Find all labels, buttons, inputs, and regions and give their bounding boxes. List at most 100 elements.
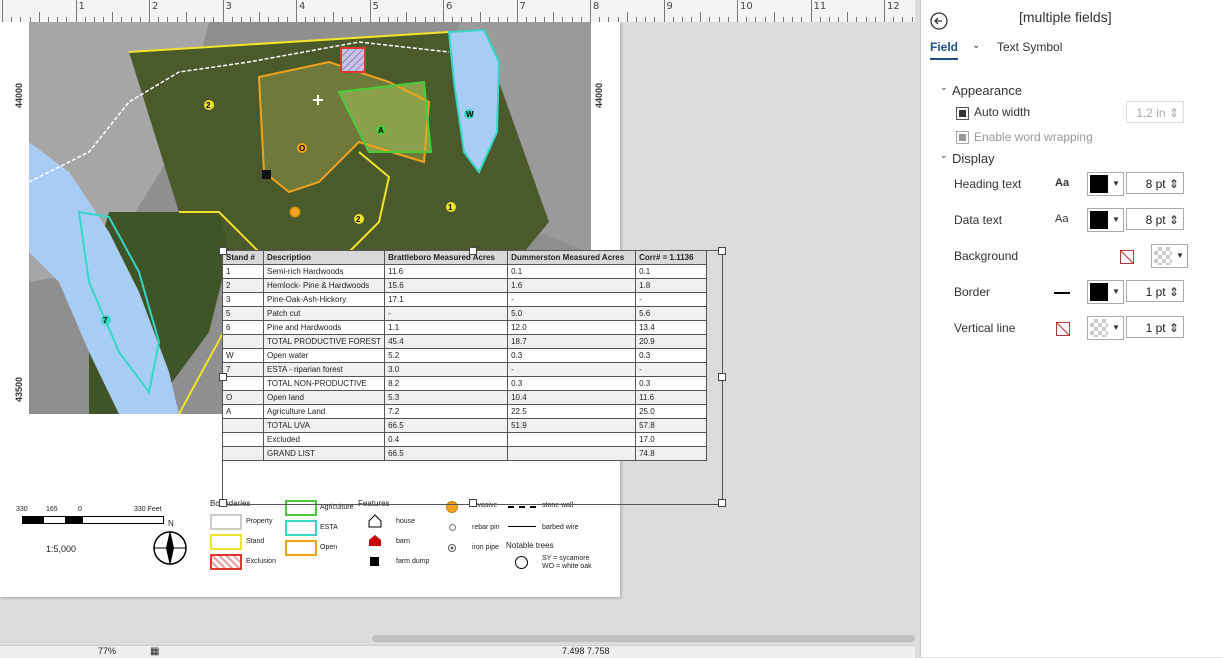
table-cell: 8.2 bbox=[384, 376, 509, 391]
table-cell: 11.6 bbox=[384, 264, 509, 279]
vertical-line-color-picker[interactable]: ▼ bbox=[1087, 316, 1124, 340]
display-collapse-icon[interactable]: ⌄ bbox=[940, 150, 948, 161]
grid-icon[interactable]: ▦ bbox=[150, 646, 159, 657]
table-cell: Pine-Oak-Ash-Hickory bbox=[262, 292, 386, 307]
tab-dropdown-icon[interactable]: ⌄ bbox=[972, 40, 980, 51]
svg-text:7: 7 bbox=[103, 316, 108, 325]
ruler-number: 7 bbox=[519, 1, 526, 12]
ruler-tick bbox=[626, 12, 628, 22]
border-label: Border bbox=[954, 285, 991, 299]
ruler-tick bbox=[663, 0, 665, 22]
vertical-line-label: Vertical line bbox=[954, 321, 1016, 335]
table-row: O Open land 5.3 10.4 11.6 bbox=[222, 390, 708, 405]
border-color-swatch bbox=[1090, 283, 1108, 301]
table-row: 2 Hemlock- Pine & Hardwoods 15.6 1.6 1.8 bbox=[222, 278, 708, 293]
tab-underline bbox=[930, 58, 958, 60]
ruler-tick bbox=[149, 0, 150, 22]
table-cell: 1 bbox=[222, 264, 264, 279]
ruler-tick bbox=[38, 12, 40, 22]
section-display[interactable]: Display bbox=[952, 151, 995, 166]
legend-barn: barn bbox=[396, 538, 411, 545]
vline-size-value: 1 pt bbox=[1145, 321, 1166, 335]
border-size-input[interactable]: 1 pt ⇕ bbox=[1126, 280, 1184, 302]
data-size-input[interactable]: 8 pt ⇕ bbox=[1126, 208, 1184, 230]
table-cell: 66.5 bbox=[384, 446, 509, 461]
invasive-icon bbox=[446, 501, 458, 513]
heading-text-label: Heading text bbox=[954, 177, 1022, 191]
table-row: TOTAL PRODUCTIVE FOREST 45.4 18.7 20.9 bbox=[222, 334, 708, 349]
house-icon bbox=[368, 514, 382, 528]
table-cell: 11.6 bbox=[635, 390, 708, 405]
table-cell: 15.6 bbox=[384, 278, 509, 293]
back-arrow-icon[interactable] bbox=[930, 12, 948, 30]
section-appearance[interactable]: Appearance bbox=[952, 83, 1022, 98]
table-header: Dummerston Measured Acres bbox=[507, 250, 637, 265]
table-cell: W bbox=[222, 348, 264, 363]
scale-label-165: 165 bbox=[46, 506, 58, 513]
horizontal-scrollbar[interactable] bbox=[372, 635, 915, 642]
data-color-picker[interactable]: ▼ bbox=[1087, 208, 1124, 232]
table-cell: 3 bbox=[222, 292, 264, 307]
table-cell: 0.3 bbox=[635, 376, 708, 391]
resize-handle[interactable] bbox=[718, 247, 726, 255]
table-cell: 45.4 bbox=[384, 334, 509, 349]
table-cell: Open land bbox=[262, 390, 386, 405]
legend-farm-dump: farm dump bbox=[396, 558, 430, 565]
table-row: 5 Patch cut -5.0 5.6 bbox=[222, 306, 708, 321]
legend-barbed-wire: barbed wire bbox=[542, 524, 579, 531]
zoom-level[interactable]: 77% bbox=[98, 646, 116, 656]
legend-property: Property bbox=[246, 518, 273, 525]
no-fill-icon bbox=[1120, 250, 1134, 264]
layout-canvas[interactable]: W A O 2 1 2 7 44000 44000 43500 330 165 … bbox=[0, 22, 915, 634]
table-cell: 1.8 bbox=[635, 278, 708, 293]
word-wrap-checkbox[interactable] bbox=[956, 131, 969, 144]
stone-wall-icon bbox=[508, 506, 536, 508]
ruler-tick bbox=[222, 0, 224, 22]
tab-text-symbol[interactable]: Text Symbol bbox=[997, 40, 1062, 54]
table-cell: 0.1 bbox=[507, 264, 637, 279]
table-cell: Excluded bbox=[262, 432, 386, 447]
border-size-value: 1 pt bbox=[1145, 285, 1166, 299]
resize-handle[interactable] bbox=[718, 499, 726, 507]
table-cell: - bbox=[635, 362, 708, 377]
legend-boundaries-title: Boundaries bbox=[210, 499, 251, 508]
appearance-collapse-icon[interactable]: ⌄ bbox=[940, 82, 948, 93]
notable-tree-icon bbox=[515, 556, 528, 569]
border-color-picker[interactable]: ▼ bbox=[1087, 280, 1124, 304]
auto-width-checkbox[interactable] bbox=[956, 107, 969, 120]
auto-width-label: Auto width bbox=[974, 105, 1031, 119]
table-cell bbox=[507, 432, 637, 447]
table-cell: GRAND LIST bbox=[262, 446, 386, 461]
barbed-wire-icon bbox=[508, 526, 536, 527]
data-size-value: 8 pt bbox=[1145, 213, 1166, 227]
heading-size-input[interactable]: 8 pt ⇕ bbox=[1126, 172, 1184, 194]
agriculture-swatch bbox=[285, 500, 317, 516]
attribute-table[interactable]: Stand # Description Brattleboro Measured… bbox=[222, 250, 708, 461]
property-swatch bbox=[210, 514, 242, 530]
table-cell: TOTAL UVA bbox=[262, 418, 386, 433]
line-icon bbox=[1054, 292, 1070, 294]
legend-esta: ESTA bbox=[320, 524, 338, 531]
data-text-aa-icon: Aa bbox=[1055, 213, 1069, 225]
table-cell: 0.3 bbox=[507, 376, 637, 391]
vertical-line-size-input[interactable]: 1 pt ⇕ bbox=[1126, 316, 1184, 338]
ruler-tick bbox=[847, 12, 849, 22]
horizontal-ruler: 1 2 3 4 5 6 7 8 9 10 11 12 bbox=[0, 0, 915, 23]
table-cell: 51.9 bbox=[507, 418, 637, 433]
ruler-tick bbox=[259, 12, 261, 22]
table-cell: Agriculture Land bbox=[262, 404, 386, 419]
scale-label-330: 330 bbox=[16, 506, 28, 513]
heading-color-picker[interactable]: ▼ bbox=[1087, 172, 1124, 196]
ruler-tick bbox=[75, 0, 77, 22]
auto-width-input[interactable]: 1.2 in ⇕ bbox=[1126, 101, 1184, 123]
table-row: TOTAL UVA 66.5 51.9 57.8 bbox=[222, 418, 708, 433]
table-row: TOTAL NON-PRODUCTIVE 8.2 0.3 0.3 bbox=[222, 376, 708, 391]
resize-handle[interactable] bbox=[718, 373, 726, 381]
ruler-number: 6 bbox=[446, 1, 453, 12]
table-cell: 7.2 bbox=[384, 404, 509, 419]
tab-field[interactable]: Field bbox=[930, 40, 958, 54]
table-row: 6 Pine and Hardwoods 1.1 12.0 13.4 bbox=[222, 320, 708, 335]
stand-swatch bbox=[210, 534, 242, 550]
ruler-tick bbox=[112, 12, 114, 22]
background-picker[interactable]: ▼ bbox=[1151, 244, 1188, 268]
